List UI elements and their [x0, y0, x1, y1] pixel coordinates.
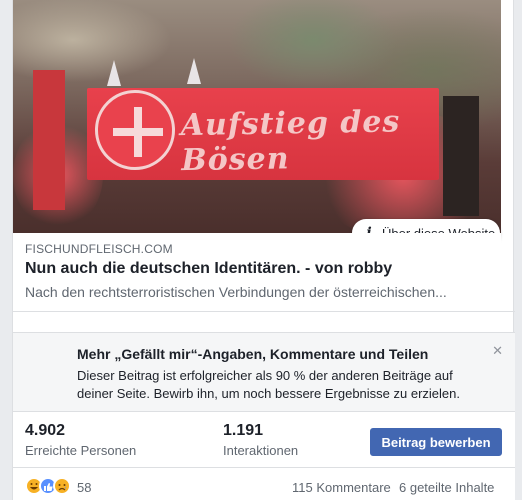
person-figure [33, 70, 65, 210]
interactions-value: 1.191 [223, 422, 264, 439]
promo-title: Mehr „Gefällt mir“-Angaben, Kommentare u… [77, 346, 429, 362]
divider [13, 311, 515, 312]
link-preview-image[interactable]: Aufstieg des Bösen [13, 0, 501, 233]
post-insights: 4.902 Erreichte Personen 1.191 Interakti… [13, 412, 515, 467]
post-card: Aufstieg des Bösen i Über diese Website … [12, 0, 515, 500]
link-headline[interactable]: Nun auch die deutschen Identitären. - vo… [25, 260, 392, 278]
person-figure [443, 96, 479, 216]
link-description: Nach den rechtsterroristischen Verbindun… [25, 284, 447, 300]
boost-post-button[interactable]: Beitrag bewerben [370, 428, 502, 456]
link-domain: FISCHUNDFLEISCH.COM [25, 242, 173, 256]
link-info[interactable]: FISCHUNDFLEISCH.COM Nun auch die deutsch… [13, 233, 501, 311]
reach-value: 4.902 [25, 422, 66, 439]
boost-suggestion: Mehr „Gefällt mir“-Angaben, Kommentare u… [13, 333, 515, 411]
reaction-count[interactable]: 58 [77, 480, 91, 495]
comments-count[interactable]: 115 Kommentare [292, 480, 391, 495]
banner-text: Aufstieg des Bösen [180, 104, 401, 179]
promo-body: Dieser Beitrag ist erfolgreicher als 90 … [77, 368, 460, 401]
interactions-label: Interaktionen [223, 443, 299, 458]
reactions-bar: 58 115 Kommentare 6 geteilte Inhalte [13, 468, 515, 500]
shares-count[interactable]: 6 geteilte Inhalte [399, 480, 494, 495]
close-icon[interactable]: ✕ [492, 343, 503, 359]
banner-emblem [95, 90, 175, 170]
sad-icon [53, 477, 71, 495]
reach-label: Erreichte Personen [25, 443, 137, 458]
